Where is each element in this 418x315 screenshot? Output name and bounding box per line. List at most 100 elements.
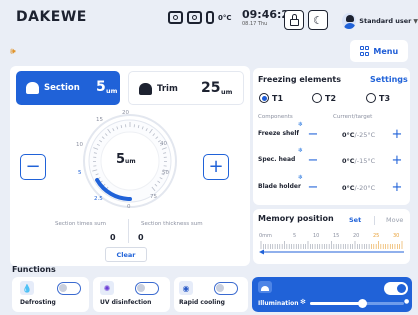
- radio-t1[interactable]: T1: [259, 93, 283, 103]
- sun-icon: ✻: [300, 298, 306, 306]
- freeze-shelf-label: Freeze shelf: [258, 130, 300, 137]
- tab-trim[interactable]: Trim 25 um: [128, 71, 244, 105]
- tab-section[interactable]: Section 5 um: [16, 71, 120, 105]
- section-times-label: Section times sum: [55, 221, 106, 227]
- lock-icon: [289, 13, 299, 26]
- speaker-icon[interactable]: 🕪: [10, 47, 16, 57]
- uv-toggle[interactable]: [135, 282, 159, 295]
- blade-icon: [26, 82, 39, 94]
- trim-blade-icon: [139, 83, 152, 95]
- dial-tick-label: 75: [150, 194, 157, 200]
- freeze-shelf-value: 0°C/-25°C: [342, 131, 376, 139]
- lamp-icon: [258, 281, 272, 293]
- avatar: [342, 13, 357, 29]
- illumination-label: Illumination: [258, 300, 299, 307]
- clear-button[interactable]: Clear: [105, 247, 147, 262]
- function-rapid-cooling[interactable]: ◉ Rapid cooling: [174, 277, 248, 312]
- radio-t2[interactable]: T2: [312, 93, 336, 103]
- bright-sun-icon: ●: [404, 298, 410, 305]
- section-times-value: 0: [110, 233, 116, 242]
- function-uv-disinfection[interactable]: ✺ UV disinfection: [93, 277, 170, 312]
- clock-date: 08.17 Thu: [242, 21, 268, 27]
- night-mode-button[interactable]: ☾: [308, 10, 328, 30]
- memory-scale-label: 15: [333, 233, 340, 239]
- dial-unit: um: [125, 158, 136, 165]
- chevron-down-icon: ▼: [413, 17, 418, 25]
- memory-move-button[interactable]: Move: [386, 216, 403, 224]
- memory-scale-label: 20: [353, 233, 360, 239]
- sum-divider: [128, 219, 129, 243]
- snowflake-icon: ❄: [298, 147, 304, 154]
- memory-scale-label: 25: [373, 233, 380, 239]
- spec-head-increase[interactable]: +: [389, 152, 405, 168]
- dial-value: 5: [116, 152, 126, 167]
- grid-icon: [359, 46, 370, 56]
- section-thickness-label: Section thickness sum: [141, 221, 203, 227]
- illumination-toggle[interactable]: [384, 282, 408, 295]
- brand-logo: DAKEWE: [16, 9, 87, 25]
- plus-icon: +: [391, 179, 403, 195]
- menu-button[interactable]: Menu: [350, 40, 408, 62]
- camera-icon: [168, 11, 183, 24]
- cooling-label: Rapid cooling: [179, 299, 225, 306]
- radio-circle: [312, 93, 322, 103]
- dial-tick-label: 40: [160, 141, 167, 147]
- dial-tick-label: 10: [76, 142, 83, 148]
- tab-section-value: 5: [96, 79, 106, 95]
- blade-holder-label: Blade holder: [258, 183, 301, 190]
- minus-icon: −: [307, 126, 319, 142]
- col-components: Components: [258, 114, 293, 120]
- dial-tick-label: 15: [96, 117, 103, 123]
- freezing-title: Freezing elements: [258, 75, 341, 84]
- decrease-button[interactable]: −: [20, 154, 46, 180]
- radio-label: T3: [379, 93, 391, 103]
- memory-pointer: [259, 249, 264, 255]
- tab-section-unit: um: [106, 87, 118, 95]
- tab-trim-label: Trim: [157, 84, 178, 94]
- user-name: Standard user: [359, 17, 412, 25]
- status-icons: 0°C: [168, 11, 232, 24]
- functions-title: Functions: [12, 265, 56, 274]
- spec-head-label: Spec. head: [258, 156, 296, 163]
- minus-icon: −: [307, 179, 319, 195]
- radio-label: T1: [272, 93, 284, 103]
- uv-icon: ✺: [100, 281, 114, 295]
- illumination-slider[interactable]: [310, 299, 404, 308]
- plus-icon: +: [208, 156, 224, 177]
- memory-scale-label: 10: [313, 233, 320, 239]
- function-defrosting[interactable]: 💧 Defrosting: [12, 277, 89, 312]
- minus-icon: −: [307, 152, 319, 168]
- memory-scale-label: 0mm: [259, 233, 272, 239]
- blade-holder-increase[interactable]: +: [389, 179, 405, 195]
- temperature-readout: 0°C: [218, 13, 232, 22]
- dial-tick-label: 2.5: [94, 196, 103, 202]
- cooling-toggle[interactable]: [214, 282, 238, 295]
- spec-head-decrease[interactable]: −: [305, 152, 321, 168]
- dial-readout: 5 um: [116, 152, 136, 167]
- freeze-shelf-increase[interactable]: +: [389, 126, 405, 142]
- freezing-settings-link[interactable]: Settings: [370, 75, 408, 84]
- memory-title: Memory position: [258, 214, 334, 223]
- memory-set-button[interactable]: Set: [349, 216, 361, 224]
- radio-t3[interactable]: T3: [366, 93, 390, 103]
- user-menu[interactable]: Standard user ▼: [330, 10, 418, 32]
- dial-tick-label: 5: [78, 170, 82, 176]
- tab-trim-unit: um: [221, 88, 233, 96]
- thermometer-icon: [206, 11, 214, 24]
- defrost-icon: 💧: [20, 281, 34, 295]
- memory-scale-label: 30: [393, 233, 400, 239]
- function-illumination[interactable]: Illumination ✻ ●: [252, 277, 412, 312]
- freeze-shelf-decrease[interactable]: −: [305, 126, 321, 142]
- increase-button[interactable]: +: [203, 154, 229, 180]
- section-thickness-value: 0: [138, 233, 144, 242]
- blade-holder-decrease[interactable]: −: [305, 179, 321, 195]
- lock-button[interactable]: [284, 10, 304, 30]
- memory-ruler[interactable]: [259, 241, 405, 255]
- radio-label: T2: [325, 93, 337, 103]
- radio-circle: [259, 93, 269, 103]
- dial-tick-label: 0: [127, 204, 131, 210]
- menu-label: Menu: [373, 46, 399, 56]
- memory-scale-label: 5: [293, 233, 297, 239]
- tab-section-label: Section: [44, 83, 80, 93]
- defrosting-toggle[interactable]: [57, 282, 81, 295]
